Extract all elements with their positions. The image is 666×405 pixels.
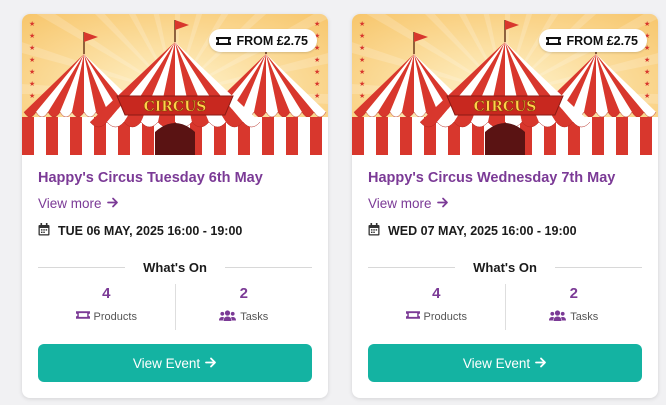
event-image[interactable]: ★★★★★★★★★★★★★★★★CIRCUS FROM £2.75: [352, 14, 658, 155]
svg-text:★: ★: [314, 68, 320, 76]
svg-text:★: ★: [314, 56, 320, 64]
price-badge: FROM £2.75: [539, 29, 647, 52]
svg-text:★: ★: [29, 68, 35, 76]
view-event-label: View Event: [462, 355, 531, 371]
event-date-text: WED 07 MAY, 2025 16:00 - 19:00: [388, 224, 577, 238]
arrow-right-icon: [436, 196, 449, 211]
tasks-label: Tasks: [570, 311, 599, 323]
users-icon: [219, 310, 237, 324]
view-more-label: View more: [368, 196, 432, 211]
arrow-right-icon: [205, 356, 217, 371]
svg-text:★: ★: [29, 44, 35, 52]
ticket-icon: [405, 310, 420, 323]
svg-text:★: ★: [644, 68, 650, 76]
calendar-icon: [38, 223, 50, 239]
view-event-button[interactable]: View Event: [368, 344, 642, 382]
event-stats: 4 Products 2 Tasks: [38, 284, 312, 330]
ticket-icon: [216, 36, 232, 46]
event-date: TUE 06 MAY, 2025 16:00 - 19:00: [38, 223, 242, 239]
svg-text:★: ★: [644, 80, 650, 88]
svg-text:★: ★: [644, 92, 650, 100]
view-event-button[interactable]: View Event: [38, 344, 312, 382]
svg-text:★: ★: [29, 92, 35, 100]
products-count: 4: [432, 285, 441, 302]
circus-sign-text: CIRCUS: [474, 99, 537, 115]
event-date: WED 07 MAY, 2025 16:00 - 19:00: [368, 223, 577, 239]
svg-text:★: ★: [359, 80, 365, 88]
ticket-icon: [75, 310, 90, 323]
price-label: FROM £2.75: [236, 33, 308, 48]
svg-text:★: ★: [644, 20, 650, 28]
view-more-link[interactable]: View more: [38, 196, 119, 211]
svg-text:★: ★: [359, 44, 365, 52]
products-count: 4: [102, 285, 111, 302]
event-card[interactable]: ★★★★★★★★★★★★★★★★CIRCUS FROM £2.75 Happy'…: [352, 14, 658, 398]
calendar-icon: [368, 223, 380, 239]
event-image[interactable]: ★★★★★★★★★★★★★★★★CIRCUS FROM £2.75: [22, 14, 328, 155]
event-title[interactable]: Happy's Circus Wednesday 7th May: [368, 170, 615, 186]
event-stats: 4 Products 2 Tasks: [368, 284, 642, 330]
svg-text:★: ★: [29, 56, 35, 64]
products-label: Products: [93, 310, 137, 323]
svg-text:★: ★: [359, 68, 365, 76]
circus-sign-text: CIRCUS: [144, 99, 207, 115]
tasks-count: 2: [569, 285, 578, 302]
whats-on-divider: What's On: [38, 260, 313, 275]
event-date-text: TUE 06 MAY, 2025 16:00 - 19:00: [58, 224, 243, 238]
svg-text:★: ★: [29, 20, 35, 28]
view-event-label: View Event: [132, 355, 201, 371]
view-more-label: View more: [38, 196, 102, 211]
svg-text:★: ★: [29, 80, 35, 88]
whats-on-divider: What's On: [368, 260, 643, 275]
whats-on-heading: What's On: [473, 260, 537, 275]
products-stat: 4 Products: [38, 284, 175, 330]
ticket-icon: [546, 36, 562, 46]
products-stat: 4 Products: [368, 284, 505, 330]
svg-text:★: ★: [314, 92, 320, 100]
svg-text:★: ★: [644, 56, 650, 64]
tasks-count: 2: [239, 285, 248, 302]
whats-on-heading: What's On: [143, 260, 207, 275]
svg-text:★: ★: [314, 20, 320, 28]
svg-text:★: ★: [359, 92, 365, 100]
view-more-link[interactable]: View more: [368, 196, 449, 211]
svg-text:★: ★: [359, 56, 365, 64]
arrow-right-icon: [106, 196, 119, 211]
products-label: Products: [423, 310, 467, 323]
tasks-label: Tasks: [240, 311, 269, 323]
price-label: FROM £2.75: [566, 33, 638, 48]
tasks-stat: 2 Tasks: [504, 284, 643, 330]
users-icon: [549, 310, 567, 324]
price-badge: FROM £2.75: [209, 29, 317, 52]
arrow-right-icon: [535, 356, 547, 371]
event-card[interactable]: ★★★★★★★★★★★★★★★★CIRCUS FROM £2.75 Happy'…: [22, 14, 328, 398]
svg-text:★: ★: [359, 20, 365, 28]
event-title[interactable]: Happy's Circus Tuesday 6th May: [38, 170, 263, 186]
svg-text:★: ★: [29, 32, 35, 40]
svg-text:★: ★: [314, 80, 320, 88]
tasks-stat: 2 Tasks: [174, 284, 313, 330]
svg-text:★: ★: [359, 32, 365, 40]
